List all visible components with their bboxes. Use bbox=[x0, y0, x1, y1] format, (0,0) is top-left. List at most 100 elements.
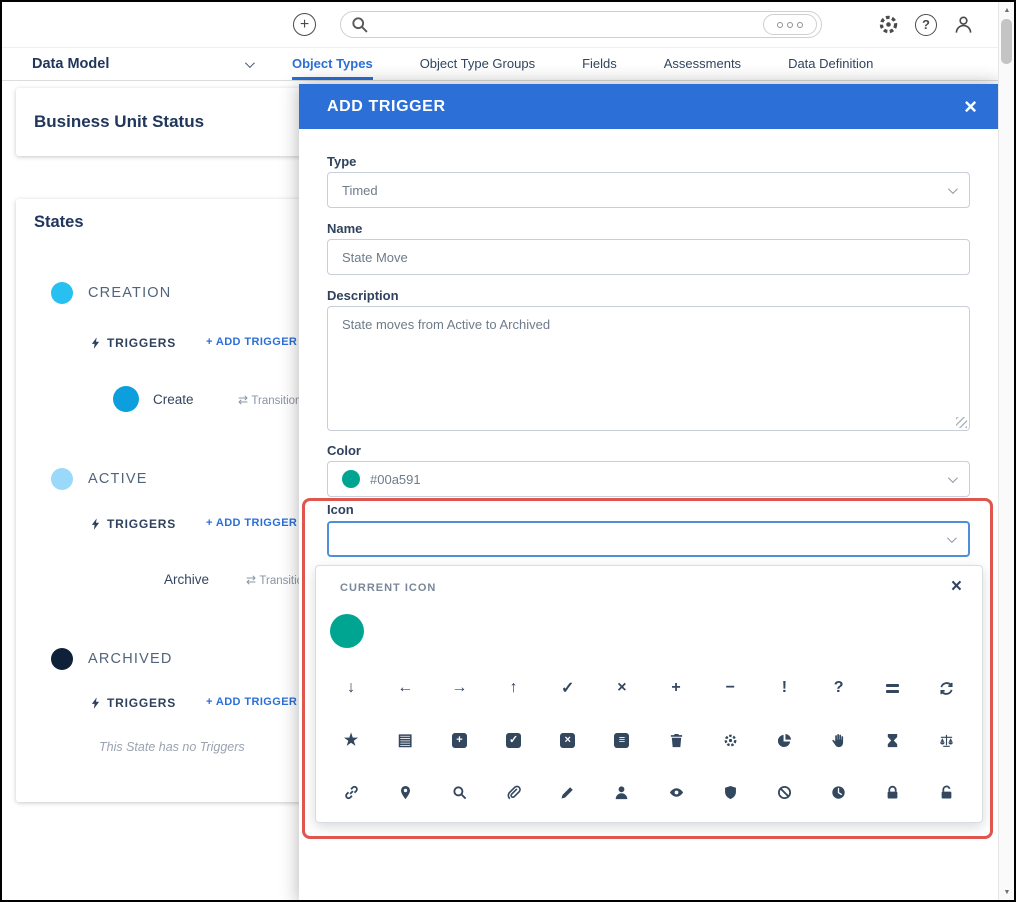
icon-grid: ↓ ← → ↑ ✓ × + −!? ★ ▤ + ✓ × ≡ bbox=[324, 662, 974, 818]
tab-fields[interactable]: Fields bbox=[582, 48, 617, 80]
color-swatch bbox=[342, 470, 360, 488]
tab-data-definition[interactable]: Data Definition bbox=[788, 48, 873, 80]
transitions-text: Transitions bbox=[246, 573, 300, 587]
balance-scale-icon[interactable] bbox=[920, 714, 974, 766]
top-bar: + ? bbox=[2, 2, 1002, 48]
data-model-label: Data Model bbox=[32, 56, 110, 72]
description-label: Description bbox=[327, 288, 399, 303]
user-icon[interactable] bbox=[952, 13, 975, 36]
triggers-label: TRIGGERS bbox=[107, 517, 177, 531]
arrow-left-icon[interactable]: ← bbox=[378, 662, 432, 714]
minus-icon[interactable]: − bbox=[703, 662, 757, 714]
check-icon[interactable]: ✓ bbox=[541, 662, 595, 714]
state-dot-archived bbox=[51, 648, 73, 670]
eye-icon[interactable] bbox=[649, 766, 703, 818]
map-marker-icon[interactable] bbox=[378, 766, 432, 818]
lock-icon[interactable] bbox=[866, 766, 920, 818]
hand-icon[interactable] bbox=[812, 714, 866, 766]
star-icon[interactable]: ★ bbox=[324, 714, 378, 766]
search-icon bbox=[352, 17, 368, 33]
triggers-row: TRIGGERS bbox=[89, 695, 176, 711]
page-title: Business Unit Status bbox=[34, 112, 205, 131]
type-label: Type bbox=[327, 154, 357, 169]
arrow-right-icon[interactable]: → bbox=[432, 662, 486, 714]
current-icon-label: CURRENT ICON bbox=[340, 582, 437, 594]
square-check-icon[interactable]: ✓ bbox=[487, 714, 541, 766]
ellipsis-icon[interactable] bbox=[763, 14, 817, 35]
gear-icon[interactable] bbox=[877, 13, 900, 36]
file-lines-icon[interactable]: ▤ bbox=[378, 714, 432, 766]
app-window: + ? Data Model Object Types Object Type … bbox=[0, 0, 1016, 902]
description-textarea[interactable]: State moves from Active to Archived bbox=[327, 306, 970, 431]
vertical-scrollbar[interactable]: ▲ ▼ bbox=[998, 2, 1014, 900]
clear-icon[interactable]: × bbox=[951, 576, 962, 598]
type-value: Timed bbox=[342, 182, 378, 198]
square-plus-icon[interactable]: + bbox=[432, 714, 486, 766]
sync-icon[interactable] bbox=[920, 662, 974, 714]
scrollbar-thumb[interactable] bbox=[1001, 19, 1012, 64]
link-icon[interactable] bbox=[324, 766, 378, 818]
type-select[interactable]: Timed bbox=[327, 172, 970, 208]
add-icon[interactable]: + bbox=[293, 13, 316, 36]
exclamation-icon[interactable]: ! bbox=[757, 662, 811, 714]
state-name-archived: ARCHIVED bbox=[88, 651, 173, 667]
trigger-name-archive: Archive bbox=[164, 572, 210, 587]
tab-assessments[interactable]: Assessments bbox=[664, 48, 741, 80]
add-trigger-link[interactable]: + ADD TRIGGER bbox=[206, 696, 297, 708]
pencil-icon[interactable] bbox=[541, 766, 595, 818]
scroll-up-arrow-icon[interactable]: ▲ bbox=[999, 2, 1014, 18]
search-box[interactable] bbox=[340, 11, 822, 38]
gear-icon[interactable] bbox=[703, 714, 757, 766]
top-bar-actions: ? bbox=[877, 13, 975, 36]
icon-label: Icon bbox=[327, 502, 354, 517]
add-trigger-modal: ADD TRIGGER × Type Timed Name Descriptio… bbox=[299, 84, 999, 900]
modal-header: ADD TRIGGER × bbox=[299, 84, 999, 129]
triggers-row: TRIGGERS bbox=[89, 335, 176, 351]
ban-icon[interactable] bbox=[757, 766, 811, 818]
hourglass-icon[interactable] bbox=[866, 714, 920, 766]
chevron-down-icon bbox=[947, 183, 958, 194]
trash-icon[interactable] bbox=[649, 714, 703, 766]
triggers-label: TRIGGERS bbox=[107, 696, 177, 710]
add-trigger-link[interactable]: + ADD TRIGGER bbox=[206, 336, 297, 348]
color-select[interactable]: #00a591 bbox=[327, 461, 970, 497]
current-icon-swatch[interactable] bbox=[330, 614, 364, 648]
search-icon[interactable] bbox=[432, 766, 486, 818]
tab-object-types[interactable]: Object Types bbox=[292, 48, 373, 80]
grip-lines-icon[interactable] bbox=[866, 662, 920, 714]
data-model-dropdown[interactable]: Data Model bbox=[2, 48, 274, 80]
plus-icon[interactable]: + bbox=[649, 662, 703, 714]
lightning-icon bbox=[89, 336, 102, 350]
nav-bar: Data Model Object Types Object Type Grou… bbox=[2, 48, 1002, 81]
scroll-down-arrow-icon[interactable]: ▼ bbox=[999, 884, 1014, 900]
shield-icon[interactable] bbox=[703, 766, 757, 818]
name-input[interactable] bbox=[342, 249, 955, 265]
help-icon[interactable]: ? bbox=[915, 13, 937, 36]
arrow-up-icon[interactable]: ↑ bbox=[487, 662, 541, 714]
square-x-icon[interactable]: × bbox=[541, 714, 595, 766]
color-label: Color bbox=[327, 443, 361, 458]
triggers-label: TRIGGERS bbox=[107, 336, 177, 350]
unlock-icon[interactable] bbox=[920, 766, 974, 818]
paperclip-icon[interactable] bbox=[487, 766, 541, 818]
times-icon[interactable]: × bbox=[595, 662, 649, 714]
name-field-wrap bbox=[327, 239, 970, 275]
modal-title: ADD TRIGGER bbox=[327, 97, 446, 115]
list-icon[interactable]: ≡ bbox=[595, 714, 649, 766]
states-heading: States bbox=[34, 213, 84, 231]
question-icon[interactable]: ? bbox=[812, 662, 866, 714]
tab-object-type-groups[interactable]: Object Type Groups bbox=[420, 48, 535, 80]
icon-input[interactable] bbox=[343, 531, 947, 547]
color-value: #00a591 bbox=[370, 471, 421, 487]
search-input[interactable] bbox=[376, 17, 763, 32]
state-dot-creation bbox=[51, 282, 73, 304]
arrow-down-icon[interactable]: ↓ bbox=[324, 662, 378, 714]
user-icon[interactable] bbox=[595, 766, 649, 818]
icon-select[interactable] bbox=[327, 521, 970, 557]
clock-icon[interactable] bbox=[812, 766, 866, 818]
close-icon[interactable]: × bbox=[964, 95, 977, 118]
trigger-name-create: Create bbox=[153, 392, 194, 407]
icon-picker-panel: CURRENT ICON × ↓ ← → ↑ ✓ × + −!? ★ ▤ + ✓ × ≡ bbox=[315, 565, 983, 823]
add-trigger-link[interactable]: + ADD TRIGGER bbox=[206, 517, 297, 529]
chart-pie-icon[interactable] bbox=[757, 714, 811, 766]
